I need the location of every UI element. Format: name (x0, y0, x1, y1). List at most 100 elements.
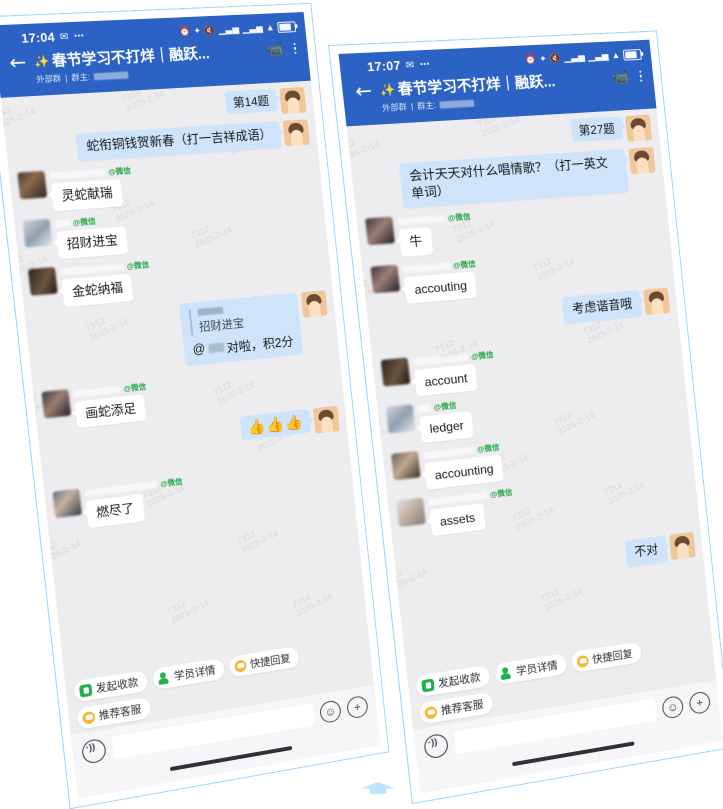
source-label: @微信 (126, 259, 150, 271)
chip-label: 推荐客服 (98, 703, 142, 723)
video-call-icon[interactable]: 📹 (266, 41, 284, 59)
source-label: @微信 (433, 400, 457, 412)
avatar[interactable] (52, 488, 83, 519)
chip-student-details[interactable]: 学员详情 (494, 653, 568, 685)
chip-student-details[interactable]: 学员详情 (152, 657, 226, 690)
status-indicators: ⏰ ✦ 🔇 ▁▃▅ ▁▃▅ ▲ (524, 48, 642, 66)
message-bubble-in: 招财进宝 (56, 226, 129, 259)
message-row: 不对 (404, 532, 696, 598)
message-list-right[interactable]: 7312 2025-2-14 7312 2025-2-14 7312 2025-… (346, 108, 711, 672)
avatar[interactable] (17, 170, 48, 200)
chip-initiate-payment[interactable]: 发起收款 (415, 664, 491, 698)
mute-icon: 🔇 (203, 24, 216, 35)
sender-name-redacted (54, 219, 71, 228)
bluetooth-icon: ✦ (192, 24, 202, 36)
quoted-message-bubble: 招财进宝 @ 对啦，积2分 (178, 292, 304, 367)
back-arrow-icon[interactable]: ← (8, 51, 27, 75)
more-options-icon[interactable] (637, 68, 645, 84)
source-label: @微信 (452, 258, 476, 270)
message-status-icon: ✉ (405, 59, 416, 71)
avatar-self[interactable] (624, 114, 653, 142)
group-owner-name-redacted (93, 71, 129, 81)
reply-text: 对啦，积2分 (225, 334, 295, 355)
avatar[interactable] (41, 388, 72, 418)
emoji-picker-icon[interactable]: ☺ (318, 698, 342, 724)
sender-name-redacted (412, 353, 469, 366)
question-number-badge: 第27题 (569, 116, 624, 143)
emoji-bubble: 👍👍👍 (239, 409, 312, 441)
group-owner-name-redacted (439, 99, 475, 109)
message-bubble-in: assets (429, 503, 486, 537)
alarm-icon: ⏰ (524, 53, 537, 65)
avatar-self[interactable] (312, 406, 340, 435)
group-type-tag: 外部群 (381, 102, 408, 113)
mute-icon: 🔇 (549, 52, 562, 63)
sender-name-redacted (402, 261, 451, 273)
chip-label: 发起收款 (95, 676, 139, 696)
avatar[interactable] (365, 216, 395, 246)
avatar-self[interactable] (668, 532, 696, 561)
source-label: @微信 (72, 216, 97, 228)
add-attachment-icon[interactable]: + (688, 690, 711, 715)
voice-record-icon[interactable] (81, 737, 107, 765)
message-list-left[interactable]: 7312 2025-2-14 7312 2025-2-14 7312 2025-… (0, 80, 369, 677)
message-sender: @微信 (60, 259, 150, 278)
student-profile-icon (158, 671, 171, 685)
sparkle-icon: ✨ (33, 53, 51, 69)
source-label: @微信 (123, 381, 147, 393)
wifi-icon: ▲ (611, 49, 621, 61)
source-label: @微信 (107, 165, 132, 177)
chip-label: 发起收款 (437, 671, 482, 690)
back-arrow-icon[interactable]: ← (354, 79, 373, 103)
sender-name-redacted (397, 214, 446, 226)
avatar[interactable] (27, 266, 58, 296)
emoji-picker-icon[interactable]: ☺ (661, 694, 685, 720)
source-label: @微信 (470, 349, 494, 361)
status-time: 17:07 (366, 58, 402, 75)
quick-reply-icon (576, 654, 590, 668)
battery-icon (276, 20, 297, 33)
subtitle-divider: | (64, 73, 68, 83)
alarm-icon: ⏰ (178, 25, 192, 36)
recommend-service-icon (424, 705, 438, 720)
quick-reply-icon (234, 658, 247, 673)
avatar[interactable] (380, 357, 411, 387)
message-bubble-out: 不对 (624, 535, 668, 568)
avatar-self[interactable] (628, 146, 656, 175)
message-sender: @微信 (412, 349, 494, 368)
chip-quick-reply[interactable]: 快捷回复 (228, 646, 300, 678)
avatar-self[interactable] (300, 289, 328, 318)
message-bubble-in: ledger (419, 411, 475, 444)
status-time: 17:04 (20, 29, 56, 46)
message-sender: @微信 (397, 211, 471, 228)
source-label: @微信 (159, 477, 183, 489)
message-bubble-in: 画蛇添足 (74, 393, 147, 429)
subtitle-divider: | (410, 101, 414, 112)
add-attachment-icon[interactable]: + (346, 694, 369, 719)
signal-icon-1: ▁▃▅ (563, 51, 586, 63)
avatar[interactable] (370, 264, 401, 294)
avatar[interactable] (396, 497, 426, 528)
video-call-icon[interactable]: 📹 (611, 68, 629, 86)
message-bubble-in: 燃尽了 (85, 494, 145, 529)
avatar[interactable] (391, 450, 421, 481)
screenshot-stage: 17:04 ✉ ⋯ ⏰ ✦ 🔇 ▁▃▅ ▁▃▅ ▲ ← ✨ 春节学习不打烊｜融跃… (0, 0, 723, 809)
avatar[interactable] (385, 404, 416, 434)
group-owner-label: 群主: (416, 100, 437, 111)
chip-quick-reply[interactable]: 快捷回复 (570, 641, 643, 673)
sender-name-redacted (49, 168, 106, 180)
chip-label: 学员详情 (173, 664, 216, 683)
signal-icon-2: ▁▃▅ (241, 22, 264, 34)
voice-record-icon[interactable] (423, 732, 450, 760)
message-bubble-in: 灵蛇献瑞 (50, 178, 124, 212)
sender-name-redacted (60, 262, 124, 276)
source-label: @微信 (489, 487, 513, 500)
message-bubble-in: 牛 (398, 226, 433, 257)
avatar-self[interactable] (282, 119, 310, 147)
more-options-icon[interactable] (291, 41, 299, 57)
avatar[interactable] (22, 218, 53, 248)
shield-money-icon (78, 683, 93, 698)
avatar-self[interactable] (279, 86, 307, 114)
student-profile-icon (500, 666, 513, 680)
avatar-self[interactable] (643, 287, 671, 315)
